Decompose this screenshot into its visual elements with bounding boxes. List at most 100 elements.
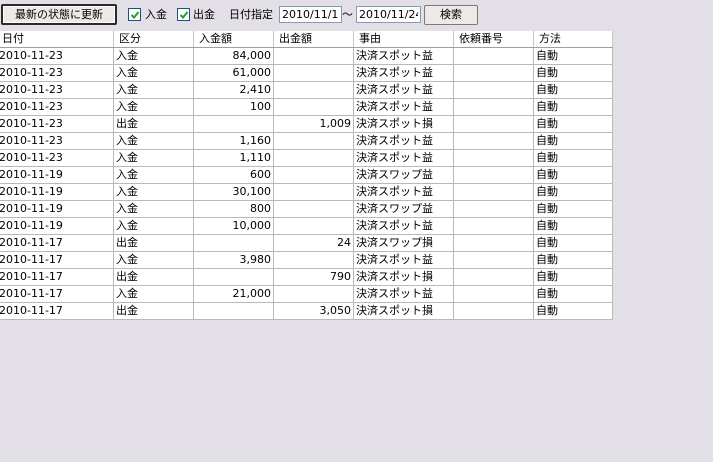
type-cell: 出金 [114,116,194,132]
type-cell: 入金 [114,184,194,200]
reason-cell: 決済スポット損 [354,303,454,319]
withdrawal-amount-cell [274,184,354,200]
method-cell: 自動 [534,269,613,285]
method-cell: 自動 [534,201,613,217]
date-cell: 2010-11-23 [0,150,114,166]
deposit-checkbox[interactable] [128,8,141,21]
checkmark-icon [130,11,140,19]
date-separator: 〜 [342,8,353,21]
deposit-amount-cell: 1,110 [194,150,274,166]
deposit-amount-cell: 21,000 [194,286,274,302]
table-row[interactable]: 2010-11-23 入金 61,000 決済スポット益 自動 [0,65,613,82]
withdrawal-amount-cell [274,133,354,149]
table-row[interactable]: 2010-11-17 入金 3,980 決済スポット益 自動 [0,252,613,269]
withdrawal-checkbox[interactable] [177,8,190,21]
reason-cell: 決済スポット益 [354,48,454,64]
column-header-deposit[interactable]: 入金額 [194,31,274,47]
table-row[interactable]: 2010-11-23 入金 1,160 決済スポット益 自動 [0,133,613,150]
deposit-amount-cell [194,303,274,319]
method-cell: 自動 [534,82,613,98]
withdrawal-amount-cell [274,150,354,166]
date-cell: 2010-11-19 [0,167,114,183]
type-cell: 出金 [114,235,194,251]
date-from-input[interactable] [279,6,342,23]
reason-cell: 決済スポット益 [354,82,454,98]
request-number-cell [454,150,534,166]
table-row[interactable]: 2010-11-19 入金 10,000 決済スポット益 自動 [0,218,613,235]
date-cell: 2010-11-17 [0,303,114,319]
type-cell: 入金 [114,201,194,217]
withdrawal-amount-cell [274,252,354,268]
deposit-amount-cell: 600 [194,167,274,183]
refresh-button[interactable]: 最新の状態に更新 [1,4,117,25]
transaction-table: 日付 区分 入金額 出金額 事由 依頼番号 方法 2010-11-23 入金 84,… [0,31,613,320]
deposit-checkbox-label[interactable]: 入金 [145,7,167,22]
search-button[interactable]: 検索 [424,5,478,25]
table-row[interactable]: 2010-11-23 入金 2,410 決済スポット益 自動 [0,82,613,99]
reason-cell: 決済スポット益 [354,286,454,302]
method-cell: 自動 [534,184,613,200]
date-cell: 2010-11-23 [0,116,114,132]
request-number-cell [454,303,534,319]
request-number-cell [454,167,534,183]
table-row[interactable]: 2010-11-17 出金 790 決済スポット損 自動 [0,269,613,286]
column-header-date[interactable]: 日付 [0,31,114,47]
date-to-input[interactable] [356,6,421,23]
type-cell: 入金 [114,150,194,166]
reason-cell: 決済スワップ損 [354,235,454,251]
date-cell: 2010-11-17 [0,269,114,285]
method-cell: 自動 [534,48,613,64]
type-cell: 入金 [114,252,194,268]
request-number-cell [454,286,534,302]
type-cell: 入金 [114,167,194,183]
withdrawal-checkbox-label[interactable]: 出金 [193,7,215,22]
request-number-cell [454,65,534,81]
checkmark-icon [179,11,189,19]
method-cell: 自動 [534,167,613,183]
date-cell: 2010-11-17 [0,235,114,251]
date-cell: 2010-11-19 [0,218,114,234]
table-row[interactable]: 2010-11-23 入金 1,110 決済スポット益 自動 [0,150,613,167]
withdrawal-amount-cell [274,82,354,98]
table-row[interactable]: 2010-11-19 入金 800 決済スワップ益 自動 [0,201,613,218]
method-cell: 自動 [534,286,613,302]
table-row[interactable]: 2010-11-23 入金 100 決済スポット益 自動 [0,99,613,116]
withdrawal-amount-cell [274,218,354,234]
table-row[interactable]: 2010-11-23 入金 84,000 決済スポット益 自動 [0,48,613,65]
date-filter-label: 日付指定 [229,8,273,21]
request-number-cell [454,133,534,149]
date-cell: 2010-11-17 [0,252,114,268]
column-header-withdrawal[interactable]: 出金額 [274,31,354,47]
withdrawal-amount-cell [274,201,354,217]
table-row[interactable]: 2010-11-19 入金 30,100 決済スポット益 自動 [0,184,613,201]
table-row[interactable]: 2010-11-19 入金 600 決済スワップ益 自動 [0,167,613,184]
column-header-type[interactable]: 区分 [114,31,194,47]
deposit-amount-cell: 84,000 [194,48,274,64]
withdrawal-amount-cell [274,99,354,115]
table-row[interactable]: 2010-11-17 出金 24 決済スワップ損 自動 [0,235,613,252]
type-cell: 入金 [114,48,194,64]
reason-cell: 決済スポット損 [354,269,454,285]
date-cell: 2010-11-19 [0,201,114,217]
type-cell: 入金 [114,133,194,149]
column-header-request-number[interactable]: 依頼番号 [454,31,534,47]
request-number-cell [454,48,534,64]
column-header-method[interactable]: 方法 [534,31,613,47]
reason-cell: 決済スポット益 [354,133,454,149]
deposit-amount-cell [194,235,274,251]
date-cell: 2010-11-23 [0,99,114,115]
table-header: 日付 区分 入金額 出金額 事由 依頼番号 方法 [0,31,613,48]
request-number-cell [454,82,534,98]
deposit-amount-cell: 61,000 [194,65,274,81]
column-header-reason[interactable]: 事由 [354,31,454,47]
type-cell: 入金 [114,99,194,115]
table-row[interactable]: 2010-11-17 出金 3,050 決済スポット損 自動 [0,303,613,320]
withdrawal-amount-cell [274,286,354,302]
table-row[interactable]: 2010-11-17 入金 21,000 決済スポット益 自動 [0,286,613,303]
date-cell: 2010-11-23 [0,65,114,81]
deposit-amount-cell [194,116,274,132]
method-cell: 自動 [534,235,613,251]
type-cell: 入金 [114,82,194,98]
method-cell: 自動 [534,99,613,115]
table-row[interactable]: 2010-11-23 出金 1,009 決済スポット損 自動 [0,116,613,133]
